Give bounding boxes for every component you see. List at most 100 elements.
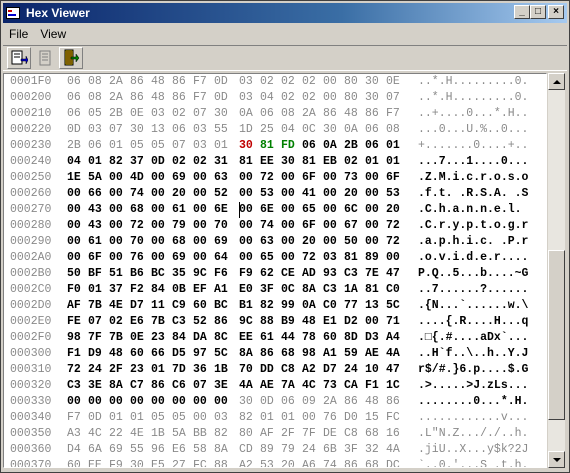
hex-byte[interactable]: 03 bbox=[151, 106, 171, 122]
exit-button[interactable] bbox=[59, 47, 83, 69]
hex-byte[interactable]: F7 bbox=[193, 90, 213, 106]
hex-byte[interactable]: CA bbox=[344, 378, 364, 394]
hex-byte[interactable]: 74 bbox=[260, 218, 280, 234]
hex-byte[interactable]: 08 bbox=[281, 106, 301, 122]
hex-byte[interactable]: 88 bbox=[214, 458, 234, 467]
hex-byte[interactable]: 08 bbox=[88, 74, 108, 90]
hex-byte[interactable]: 22 bbox=[109, 426, 129, 442]
hex-byte[interactable]: 81 bbox=[365, 282, 385, 298]
hex-byte[interactable]: 35 bbox=[172, 266, 192, 282]
hex-byte[interactable]: 07 bbox=[193, 106, 213, 122]
hex-byte[interactable]: 6F bbox=[302, 170, 322, 186]
hex-byte[interactable]: 80 bbox=[239, 426, 259, 442]
hex-byte[interactable]: 74 bbox=[323, 458, 343, 467]
hex-byte[interactable]: A2 bbox=[302, 362, 322, 378]
hex-byte[interactable]: 36 bbox=[193, 362, 213, 378]
hex-byte[interactable]: 1B bbox=[151, 426, 171, 442]
hex-byte[interactable]: 37 bbox=[109, 282, 129, 298]
hex-byte[interactable]: 00 bbox=[130, 394, 150, 410]
hex-byte[interactable]: 00 bbox=[151, 394, 171, 410]
hex-byte[interactable]: 00 bbox=[67, 202, 87, 218]
hex-byte[interactable]: F2 bbox=[130, 282, 150, 298]
hex-byte[interactable]: 0B bbox=[172, 282, 192, 298]
hex-byte[interactable]: C8 bbox=[344, 426, 364, 442]
hex-byte[interactable]: 00 bbox=[67, 394, 87, 410]
hex-byte[interactable]: 4D bbox=[130, 170, 150, 186]
hex-byte[interactable]: 7F bbox=[302, 426, 322, 442]
hex-byte[interactable]: 4C bbox=[88, 426, 108, 442]
hex-byte[interactable]: 00 bbox=[365, 218, 385, 234]
scroll-thumb[interactable] bbox=[548, 250, 565, 420]
hex-byte[interactable]: 7E bbox=[365, 266, 385, 282]
hex-byte[interactable]: 0A bbox=[344, 122, 364, 138]
hex-byte[interactable]: 02 bbox=[302, 90, 322, 106]
hex-byte[interactable]: F9 bbox=[239, 266, 259, 282]
hex-byte[interactable]: EB bbox=[323, 154, 343, 170]
hex-byte[interactable]: 01 bbox=[214, 138, 234, 154]
hex-byte[interactable]: 2A bbox=[323, 394, 343, 410]
hex-byte[interactable]: 89 bbox=[260, 442, 280, 458]
hex-byte[interactable]: 2A bbox=[302, 106, 322, 122]
hex-byte[interactable]: 58 bbox=[193, 442, 213, 458]
hex-byte[interactable]: 52 bbox=[193, 314, 213, 330]
hex-byte[interactable]: E5 bbox=[151, 458, 171, 467]
hex-byte[interactable]: 00 bbox=[302, 410, 322, 426]
hex-byte[interactable]: 00 bbox=[151, 218, 171, 234]
hex-byte[interactable]: 63 bbox=[214, 170, 234, 186]
hex-byte[interactable]: 08 bbox=[88, 90, 108, 106]
hex-byte[interactable]: 98 bbox=[67, 330, 87, 346]
hex-byte[interactable]: F7 bbox=[386, 106, 406, 122]
hex-byte[interactable]: 16 bbox=[386, 426, 406, 442]
hex-byte[interactable]: 69 bbox=[214, 234, 234, 250]
hex-byte[interactable]: 23 bbox=[130, 362, 150, 378]
hex-byte[interactable]: 86 bbox=[323, 106, 343, 122]
hex-byte[interactable]: 0A bbox=[239, 106, 259, 122]
hex-byte[interactable]: 81 bbox=[344, 250, 364, 266]
hex-byte[interactable]: 8C bbox=[214, 330, 234, 346]
hex-byte[interactable]: 6E bbox=[260, 202, 280, 218]
hex-byte[interactable]: 61 bbox=[88, 234, 108, 250]
hex-byte[interactable]: 81 bbox=[260, 138, 280, 154]
hex-byte[interactable]: 01 bbox=[109, 138, 129, 154]
hex-byte[interactable]: 0D bbox=[260, 394, 280, 410]
hex-byte[interactable]: EF bbox=[193, 282, 213, 298]
hex-byte[interactable]: 30 bbox=[239, 394, 259, 410]
hex-byte[interactable]: 1D bbox=[239, 122, 259, 138]
hex-byte[interactable]: 82 bbox=[109, 154, 129, 170]
hex-byte[interactable]: 03 bbox=[193, 138, 213, 154]
hex-byte[interactable]: 4A bbox=[239, 378, 259, 394]
hex-byte[interactable]: 72 bbox=[130, 218, 150, 234]
hex-byte[interactable]: 50 bbox=[344, 234, 364, 250]
hex-byte[interactable]: 00 bbox=[151, 186, 171, 202]
hex-byte[interactable]: 00 bbox=[239, 234, 259, 250]
hex-byte[interactable]: 73 bbox=[344, 170, 364, 186]
hex-byte[interactable]: 00 bbox=[365, 234, 385, 250]
hex-byte[interactable]: 1E bbox=[67, 170, 87, 186]
hex-byte[interactable]: 00 bbox=[193, 394, 213, 410]
hex-byte[interactable]: 0C bbox=[302, 122, 322, 138]
hex-byte[interactable]: 68 bbox=[281, 346, 301, 362]
hex-byte[interactable]: 69 bbox=[109, 442, 129, 458]
hex-byte[interactable]: 55 bbox=[214, 122, 234, 138]
hex-byte[interactable]: E6 bbox=[130, 314, 150, 330]
hex-byte[interactable]: 25 bbox=[260, 122, 280, 138]
hex-byte[interactable]: 00 bbox=[323, 202, 343, 218]
hex-byte[interactable]: 86 bbox=[365, 106, 385, 122]
hex-byte[interactable]: E6 bbox=[172, 442, 192, 458]
hex-byte[interactable]: 23 bbox=[151, 330, 171, 346]
hex-byte[interactable]: 31 bbox=[214, 154, 234, 170]
hex-byte[interactable]: 13 bbox=[365, 298, 385, 314]
hex-byte[interactable]: 02 bbox=[260, 74, 280, 90]
hex-byte[interactable]: AD bbox=[302, 266, 322, 282]
hex-byte[interactable]: 1B bbox=[214, 362, 234, 378]
hex-byte[interactable]: 7B bbox=[151, 314, 171, 330]
hex-byte[interactable]: 00 bbox=[281, 170, 301, 186]
hex-byte[interactable]: 76 bbox=[130, 250, 150, 266]
hex-byte[interactable]: 01 bbox=[88, 154, 108, 170]
hex-byte[interactable]: 30 bbox=[130, 122, 150, 138]
maximize-button[interactable]: □ bbox=[530, 5, 546, 19]
hex-byte[interactable]: 00 bbox=[239, 170, 259, 186]
hex-byte[interactable]: 05 bbox=[88, 106, 108, 122]
hex-byte[interactable]: F0 bbox=[67, 282, 87, 298]
hex-byte[interactable]: 0A bbox=[302, 298, 322, 314]
